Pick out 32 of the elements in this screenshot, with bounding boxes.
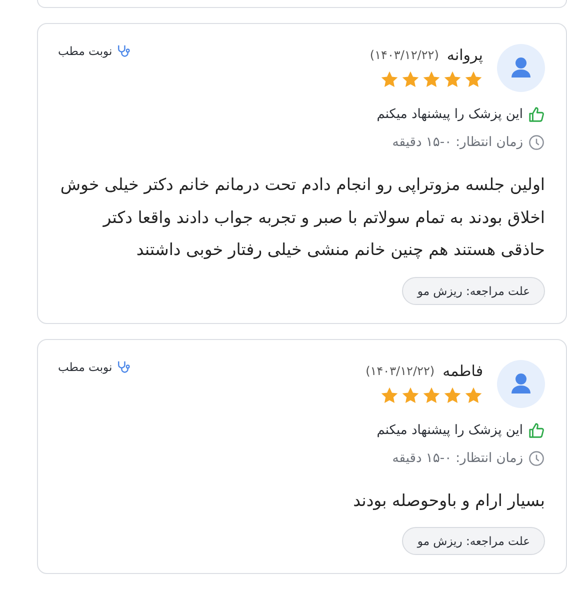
review-date: (۱۴۰۳/۱۲/۲۲) xyxy=(370,48,439,62)
reviewer-name: فاطمه xyxy=(442,362,483,380)
reviewer-name: پروانه xyxy=(446,46,483,64)
star-icon xyxy=(422,386,441,404)
star-icon xyxy=(443,386,462,404)
wait-time: زمان انتظار: ۰-۱۵ دقیقه xyxy=(392,135,523,150)
review-text: بسیار ارام و باوحوصله بودند xyxy=(352,490,545,512)
star-icon xyxy=(401,386,420,404)
thumbs-up-icon xyxy=(528,106,545,123)
wait-time: زمان انتظار: ۰-۱۵ دقیقه xyxy=(392,450,523,466)
star-icon xyxy=(464,386,483,404)
review-date: (۱۴۰۳/۱۲/۲۲) xyxy=(366,364,435,378)
appointment-link[interactable]: نوبت مطب xyxy=(58,360,130,374)
avatar-icon xyxy=(497,44,545,92)
visit-reason-tag: علت مراجعه: ریزش مو xyxy=(402,527,545,555)
review-text: اولین جلسه مزوتراپی رو انجام دادم تحت درمانم خانم دکتر خیلی خوش اخلاق بودند به تمام سولاتم با صبر و تجربه جواب دادند واقعا دکتر حاذقی هستند هم چنین خانم منشی خیلی رفتار خوبی داشتند xyxy=(59,174,545,261)
clock-icon xyxy=(528,450,545,466)
recommendation-text: این پزشک را پیشنهاد میکنم xyxy=(376,107,523,122)
recommendation-text: این پزشک را پیشنهاد میکنم xyxy=(376,422,523,438)
stethoscope-icon xyxy=(116,360,130,374)
thumbs-up-icon xyxy=(528,422,545,438)
star-icon xyxy=(422,70,441,89)
star-icon xyxy=(380,386,399,404)
star-icon xyxy=(380,70,399,89)
star-icon xyxy=(464,70,483,89)
visit-reason-tag: علت مراجعه: ریزش مو xyxy=(402,276,545,304)
appointment-link[interactable]: نوبت مطب xyxy=(58,44,130,58)
star-icon xyxy=(443,70,462,89)
avatar-icon xyxy=(497,360,545,408)
stethoscope-icon xyxy=(116,44,130,58)
star-icon xyxy=(401,70,420,89)
clock-icon xyxy=(528,134,545,151)
